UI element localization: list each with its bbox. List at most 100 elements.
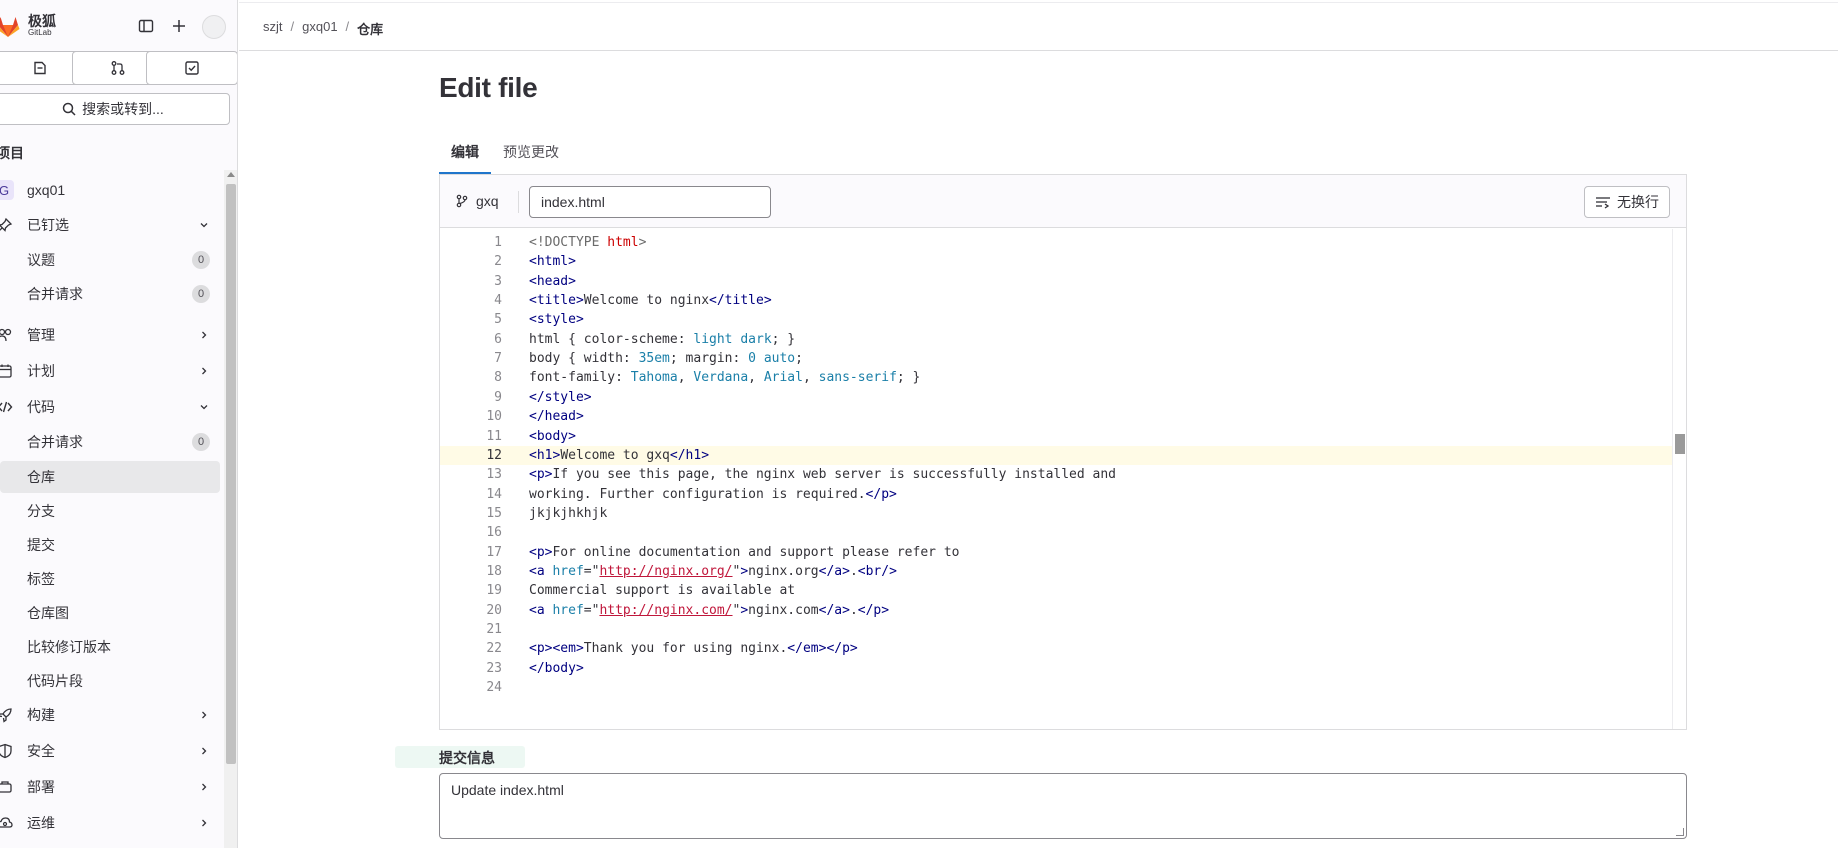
editor-tabs: 编辑 预览更改 xyxy=(439,134,571,174)
code-line[interactable]: 18 <a href="http://nginx.org/">nginx.org<… xyxy=(440,562,1672,581)
sidebar-item-label: 代码片段 xyxy=(27,673,83,689)
code-line-text: <head> xyxy=(529,273,576,289)
sidebar-item-code-merge-requests[interactable]: 合并请求 0 xyxy=(0,426,220,458)
textarea-resize-handle[interactable] xyxy=(1676,828,1684,836)
code-line-text: <body> xyxy=(529,428,576,444)
code-editor[interactable]: 24 23 </body> 22 <p><em>Thank you for using … xyxy=(440,229,1686,729)
sidebar-item-label: 仓库图 xyxy=(27,605,69,621)
sidebar-item-pinned[interactable]: 已钉选 xyxy=(0,209,220,241)
code-line[interactable]: 6 html { color-scheme: light dark; } xyxy=(440,330,1672,349)
plus-icon[interactable] xyxy=(169,16,189,36)
code-line-text: </head> xyxy=(529,409,584,425)
breadcrumb: szjt / gxq01 / 仓库 xyxy=(263,19,383,38)
count-badge: 0 xyxy=(192,285,210,303)
code-line[interactable]: 1 <!DOCTYPE html> xyxy=(440,233,1672,252)
breadcrumb-item-group[interactable]: szjt xyxy=(263,19,283,38)
sidebar-item-label: 运维 xyxy=(27,815,55,831)
tab-preview-changes[interactable]: 预览更改 xyxy=(491,134,571,174)
code-line[interactable]: 7 body { width: 35em; margin: 0 auto; xyxy=(440,349,1672,368)
sidebar-item-branches[interactable]: 分支 xyxy=(0,495,220,527)
sidebar-item-plan[interactable]: 计划 xyxy=(0,355,220,387)
branch-indicator: gxq xyxy=(456,193,499,209)
sidebar-item-operate[interactable]: 运维 xyxy=(0,807,220,839)
branch-icon xyxy=(456,194,468,208)
chevron-right-icon xyxy=(198,329,210,341)
count-badge: 0 xyxy=(192,433,210,451)
code-line-text: </body> xyxy=(529,660,584,676)
sidebar-item-label: 分支 xyxy=(27,503,55,519)
sidebar-item-tags[interactable]: 标签 xyxy=(0,563,220,595)
sidebar-item-build[interactable]: 构建 xyxy=(0,699,220,731)
sidebar-toggle-icon[interactable] xyxy=(136,16,156,36)
code-line[interactable]: 8 font-family: Tahoma, Verdana, Arial, sa… xyxy=(440,368,1672,387)
sidebar-scroll-thumb[interactable] xyxy=(226,184,236,764)
code-line[interactable]: 15 jkjkjhkhjk xyxy=(440,504,1672,523)
code-line[interactable]: 19 Commercial support is available at xyxy=(440,581,1672,600)
editor-scrollbar[interactable] xyxy=(1672,229,1686,729)
code-line[interactable]: 21 xyxy=(440,620,1672,639)
sidebar-item-merge-requests[interactable]: 合并请求 0 xyxy=(0,278,220,310)
sidebar-item-repository-graph[interactable]: 仓库图 xyxy=(0,597,220,629)
user-avatar[interactable] xyxy=(202,15,226,39)
code-line[interactable]: 13 <p>If you see this page, the nginx web… xyxy=(440,465,1672,484)
sidebar-scrollbar[interactable] xyxy=(224,170,237,848)
code-line[interactable]: 9 </style> xyxy=(440,388,1672,407)
sidebar-item-manage[interactable]: 管理 xyxy=(0,319,220,351)
sidebar-project-item[interactable]: G gxq01 xyxy=(0,174,220,206)
sidebar-item-compare-revisions[interactable]: 比较修订版本 xyxy=(0,631,220,663)
breadcrumb-separator: / xyxy=(290,19,295,34)
code-line[interactable]: 23 </body> xyxy=(440,659,1672,678)
sidebar-item-code[interactable]: 代码 xyxy=(0,391,220,423)
line-number: 1 xyxy=(494,235,502,250)
line-number: 10 xyxy=(486,409,502,425)
code-line[interactable]: 3 <head> xyxy=(440,272,1672,291)
brand-name: 极狐 xyxy=(28,13,56,29)
code-line[interactable]: 11 <body> xyxy=(440,427,1672,446)
commit-message-textarea[interactable]: Update index.html xyxy=(439,773,1687,839)
code-line[interactable]: 20 <a href="http://nginx.com/">nginx.com<… xyxy=(440,601,1672,620)
sidebar-item-commits[interactable]: 提交 xyxy=(0,529,220,561)
calendar-icon xyxy=(0,362,14,380)
sidebar-item-deploy[interactable]: 部署 xyxy=(0,771,220,803)
breadcrumb-separator: / xyxy=(345,19,350,34)
code-line[interactable]: 4 <title>Welcome to nginx</title> xyxy=(440,291,1672,310)
breadcrumb-item-project[interactable]: gxq01 xyxy=(302,19,337,38)
code-line[interactable]: 24 xyxy=(440,678,1672,697)
code-line[interactable]: 16 xyxy=(440,523,1672,542)
sidebar-item-security[interactable]: 安全 xyxy=(0,735,220,767)
scroll-up-arrow-icon[interactable] xyxy=(227,172,235,177)
code-line-text: <p>For online documentation and support … xyxy=(529,544,960,560)
code-line-text: <a href="http://nginx.org/">nginx.org</a… xyxy=(529,563,897,579)
code-line[interactable]: 14 working. Further configuration is requ… xyxy=(440,485,1672,504)
sidebar-item-issues[interactable]: 议题 0 xyxy=(0,244,220,276)
line-number: 13 xyxy=(486,467,502,483)
sidebar-item-label: 代码 xyxy=(27,399,55,415)
sidebar-section-title: 项目 xyxy=(0,145,24,161)
code-line[interactable]: 5 <style> xyxy=(440,310,1672,329)
sidebar-item-snippets[interactable]: 代码片段 xyxy=(0,665,220,697)
code-line-text: <html> xyxy=(529,254,576,270)
todos-button[interactable] xyxy=(146,51,237,85)
breadcrumb-item-current[interactable]: 仓库 xyxy=(357,19,383,38)
line-number: 12 xyxy=(486,447,502,463)
code-line[interactable]: 10 </head> xyxy=(440,407,1672,426)
sidebar-item-label: 安全 xyxy=(27,743,55,759)
sidebar-item-label: 计划 xyxy=(27,363,55,379)
sidebar-search-button[interactable]: 搜索或转到... xyxy=(0,93,230,125)
code-line-text: <a href="http://nginx.com/">nginx.com</a… xyxy=(529,602,890,618)
tab-edit[interactable]: 编辑 xyxy=(439,134,491,174)
line-number: 18 xyxy=(486,563,502,579)
file-name-input[interactable] xyxy=(529,186,771,218)
sidebar-item-repository[interactable]: 仓库 xyxy=(0,461,220,493)
code-line-text: <h1>Welcome to gxq</h1> xyxy=(529,447,710,463)
gitlab-logo-icon[interactable] xyxy=(0,12,22,40)
line-number: 11 xyxy=(486,428,502,444)
code-line[interactable]: 22 <p><em>Thank you for using nginx.</em>… xyxy=(440,639,1672,658)
sidebar-item-label: 已钉选 xyxy=(27,217,69,233)
code-line[interactable]: 2 <html> xyxy=(440,252,1672,271)
code-line[interactable]: 12 <h1>Welcome to gxq</h1> xyxy=(440,445,1672,465)
code-line[interactable]: 17 <p>For online documentation and suppor… xyxy=(440,543,1672,562)
soft-wrap-toggle-button[interactable]: 无换行 xyxy=(1584,186,1670,218)
code-line-text: jkjkjhkhjk xyxy=(529,505,608,521)
brand-sub: GitLab xyxy=(28,28,52,37)
